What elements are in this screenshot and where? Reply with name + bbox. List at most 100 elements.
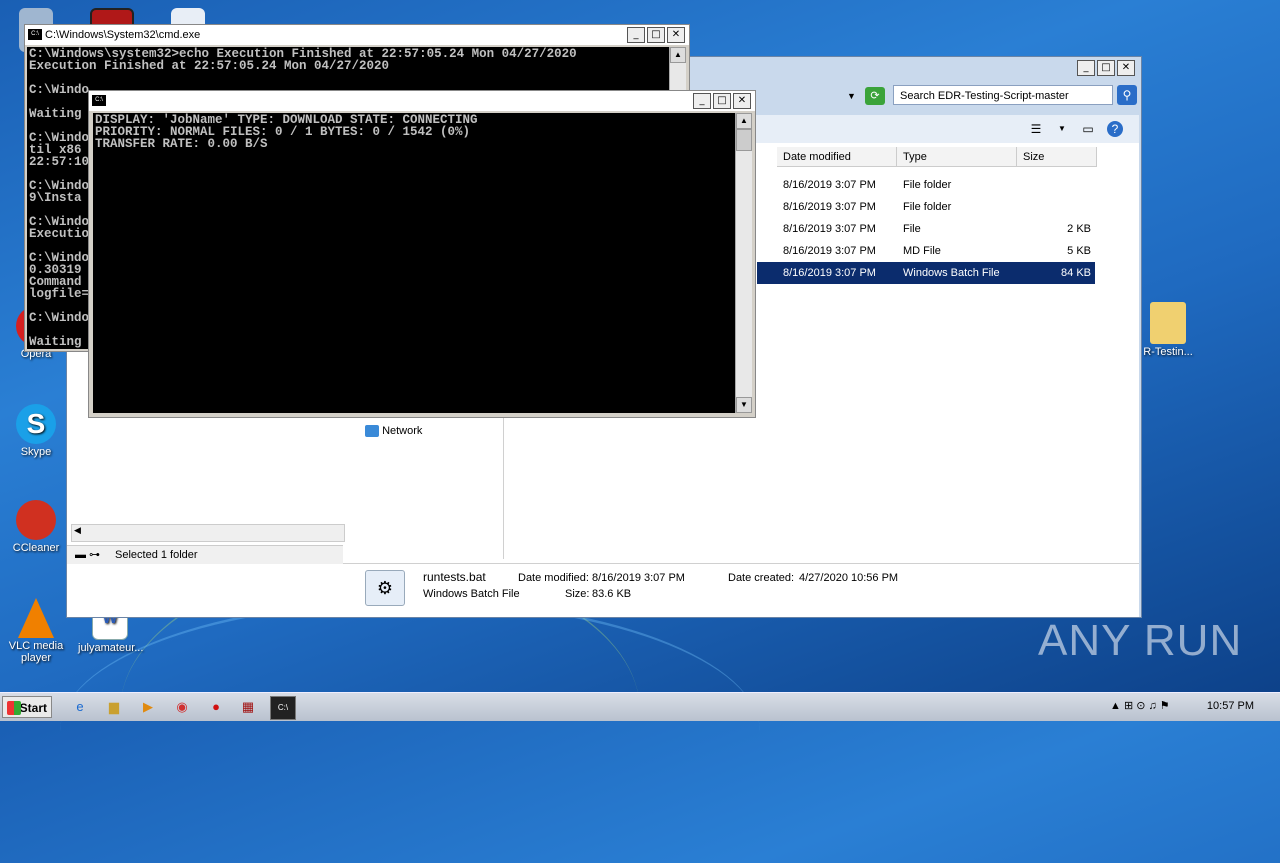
desktop-icon-skype[interactable]: S Skype xyxy=(4,404,68,458)
file-type: Windows Batch File xyxy=(903,267,1000,279)
cmd-icon: C:\ xyxy=(92,95,106,106)
scroll-down-icon[interactable]: ▼ xyxy=(736,397,752,413)
start-label: Start xyxy=(19,701,47,715)
file-date: 8/16/2019 3:07 PM xyxy=(783,201,876,213)
watermark: ANY RUN xyxy=(1038,616,1243,665)
search-input[interactable]: Search EDR-Testing-Script-master xyxy=(893,85,1113,105)
file-type: File xyxy=(903,223,921,235)
scroll-up-icon[interactable]: ▲ xyxy=(670,47,686,63)
winrar-icon[interactable]: ▦ xyxy=(236,696,260,718)
column-header-date[interactable]: Date modified xyxy=(777,147,897,167)
chrome-icon[interactable]: ◉ xyxy=(170,696,194,718)
column-header-type[interactable]: Type xyxy=(897,147,1017,167)
file-size: 2 KB xyxy=(1067,223,1091,235)
vertical-scrollbar[interactable]: ▲ ▼ xyxy=(735,113,752,413)
file-date: 8/16/2019 3:07 PM xyxy=(783,223,876,235)
windows-logo-icon xyxy=(7,701,21,715)
status-icons: ▬ ⊶ xyxy=(75,549,101,561)
file-row[interactable]: 8/16/2019 3:07 PM File folder xyxy=(757,196,1095,218)
maximize-button[interactable]: □ xyxy=(713,93,731,109)
desktop-icon-ccleaner[interactable]: CCleaner xyxy=(4,500,68,554)
search-icon[interactable]: ⚲ xyxy=(1117,85,1137,105)
details-date-modified-label: Date modified: xyxy=(518,572,589,584)
file-row[interactable]: 8/16/2019 3:07 PM MD File 5 KB xyxy=(757,240,1095,262)
folder-icon xyxy=(1150,302,1186,344)
details-file-kind: Windows Batch File xyxy=(423,588,520,600)
minimize-button[interactable]: _ xyxy=(693,93,711,109)
network-icon xyxy=(365,425,379,438)
cmd-output: DISPLAY: 'JobName' TYPE: DOWNLOAD STATE:… xyxy=(93,113,735,413)
cmd-taskbar-icon[interactable]: C:\ xyxy=(270,696,296,720)
status-text: Selected 1 folder xyxy=(115,549,198,561)
address-dropdown-icon[interactable]: ▼ xyxy=(847,91,856,101)
preview-pane-icon[interactable]: ▭ xyxy=(1079,121,1097,137)
details-date-created-label: Date created: xyxy=(728,572,795,584)
minimize-button[interactable]: _ xyxy=(627,27,645,43)
ie-icon[interactable]: e xyxy=(68,696,92,718)
desktop-icon-label: R-Testin... xyxy=(1143,346,1193,358)
opera-taskbar-icon[interactable]: ● xyxy=(204,696,228,718)
details-size-label: Size: xyxy=(565,588,590,600)
details-file-name: runtests.bat xyxy=(423,570,486,584)
scroll-up-icon[interactable]: ▲ xyxy=(736,113,752,129)
tray-icons[interactable]: ▲ ⊞ ⊙ ♫ ⚑ xyxy=(1110,699,1170,712)
file-type: File folder xyxy=(903,179,952,191)
chevron-down-icon[interactable]: ▼ xyxy=(1053,121,1071,137)
desktop-icon-label: VLC media player xyxy=(8,640,64,664)
desktop-icon-folder[interactable]: R-Testin... xyxy=(1136,302,1200,358)
details-size: 83.6 KB xyxy=(592,588,632,600)
details-pane: ⚙ runtests.bat Windows Batch File Date m… xyxy=(343,563,1139,616)
file-type: MD File xyxy=(903,245,941,257)
nav-item-label: Network xyxy=(382,425,423,437)
cmd-title-bar: C:\ C:\Windows\System32\cmd.exe _ □ ✕ xyxy=(25,25,689,45)
desktop-icon-label: CCleaner xyxy=(12,542,60,554)
taskbar: Start e ▆ ▶ ◉ ● ▦ C:\ ▲ ⊞ ⊙ ♫ ⚑ 10:57 PM xyxy=(0,692,1280,721)
file-row[interactable]: 8/16/2019 3:07 PM File 2 KB xyxy=(757,218,1095,240)
desktop-icon-label: julyamateur... xyxy=(78,642,144,654)
ccleaner-icon xyxy=(16,500,56,540)
media-player-icon[interactable]: ▶ xyxy=(136,696,160,718)
desktop-icon-label: Skype xyxy=(20,446,52,458)
minimize-button[interactable]: _ xyxy=(1077,60,1095,76)
file-date: 8/16/2019 3:07 PM xyxy=(783,179,876,191)
explorer-window-controls: _ □ ✕ xyxy=(1077,60,1135,76)
refresh-button[interactable]: ⟳ xyxy=(865,87,885,105)
file-date: 8/16/2019 3:07 PM xyxy=(783,267,876,279)
file-row-selected[interactable]: 8/16/2019 3:07 PM Windows Batch File 84 … xyxy=(757,262,1095,284)
details-date-created: 4/27/2020 10:56 PM xyxy=(799,572,899,584)
maximize-button[interactable]: □ xyxy=(647,27,665,43)
cmd-window-controls: _ □ ✕ xyxy=(693,93,751,109)
details-date-modified: 8/16/2019 3:07 PM xyxy=(592,572,685,584)
column-header-size[interactable]: Size xyxy=(1017,147,1097,167)
cmd-title-bar: C:\ _ □ ✕ xyxy=(89,91,755,111)
batch-file-icon: ⚙ xyxy=(365,570,405,606)
close-button[interactable]: ✕ xyxy=(733,93,751,109)
nav-item-network[interactable]: Network xyxy=(365,425,423,438)
vlc-icon xyxy=(18,598,54,638)
cmd-title: C:\Windows\System32\cmd.exe xyxy=(45,29,201,41)
explorer-icon[interactable]: ▆ xyxy=(102,696,126,718)
close-button[interactable]: ✕ xyxy=(1117,60,1135,76)
scroll-left-icon[interactable]: ◀ xyxy=(74,525,81,536)
horizontal-scrollbar[interactable]: ◀ xyxy=(71,524,345,542)
file-size: 5 KB xyxy=(1067,245,1091,257)
file-type: File folder xyxy=(903,201,952,213)
skype-icon: S xyxy=(16,404,56,444)
left-window-body xyxy=(67,413,343,539)
file-row[interactable]: 8/16/2019 3:07 PM File folder xyxy=(757,174,1095,196)
help-icon[interactable]: ? xyxy=(1107,121,1123,137)
wallpaper-swoosh xyxy=(60,600,760,863)
status-bar: ▬ ⊶ Selected 1 folder xyxy=(67,545,343,564)
clock[interactable]: 10:57 PM xyxy=(1207,700,1254,712)
cmd-window-front: C:\ _ □ ✕ DISPLAY: 'JobName' TYPE: DOWNL… xyxy=(88,90,756,418)
view-options-icon[interactable]: ☰ xyxy=(1027,121,1045,137)
desktop-icon-vlc[interactable]: VLC media player xyxy=(4,598,68,664)
scroll-thumb[interactable] xyxy=(736,129,752,151)
cmd-window-controls: _ □ ✕ xyxy=(627,27,685,43)
maximize-button[interactable]: □ xyxy=(1097,60,1115,76)
navigation-pane: Network xyxy=(343,413,504,559)
file-date: 8/16/2019 3:07 PM xyxy=(783,245,876,257)
cmd-icon: C:\ xyxy=(28,29,42,40)
close-button[interactable]: ✕ xyxy=(667,27,685,43)
start-button[interactable]: Start xyxy=(2,696,52,718)
